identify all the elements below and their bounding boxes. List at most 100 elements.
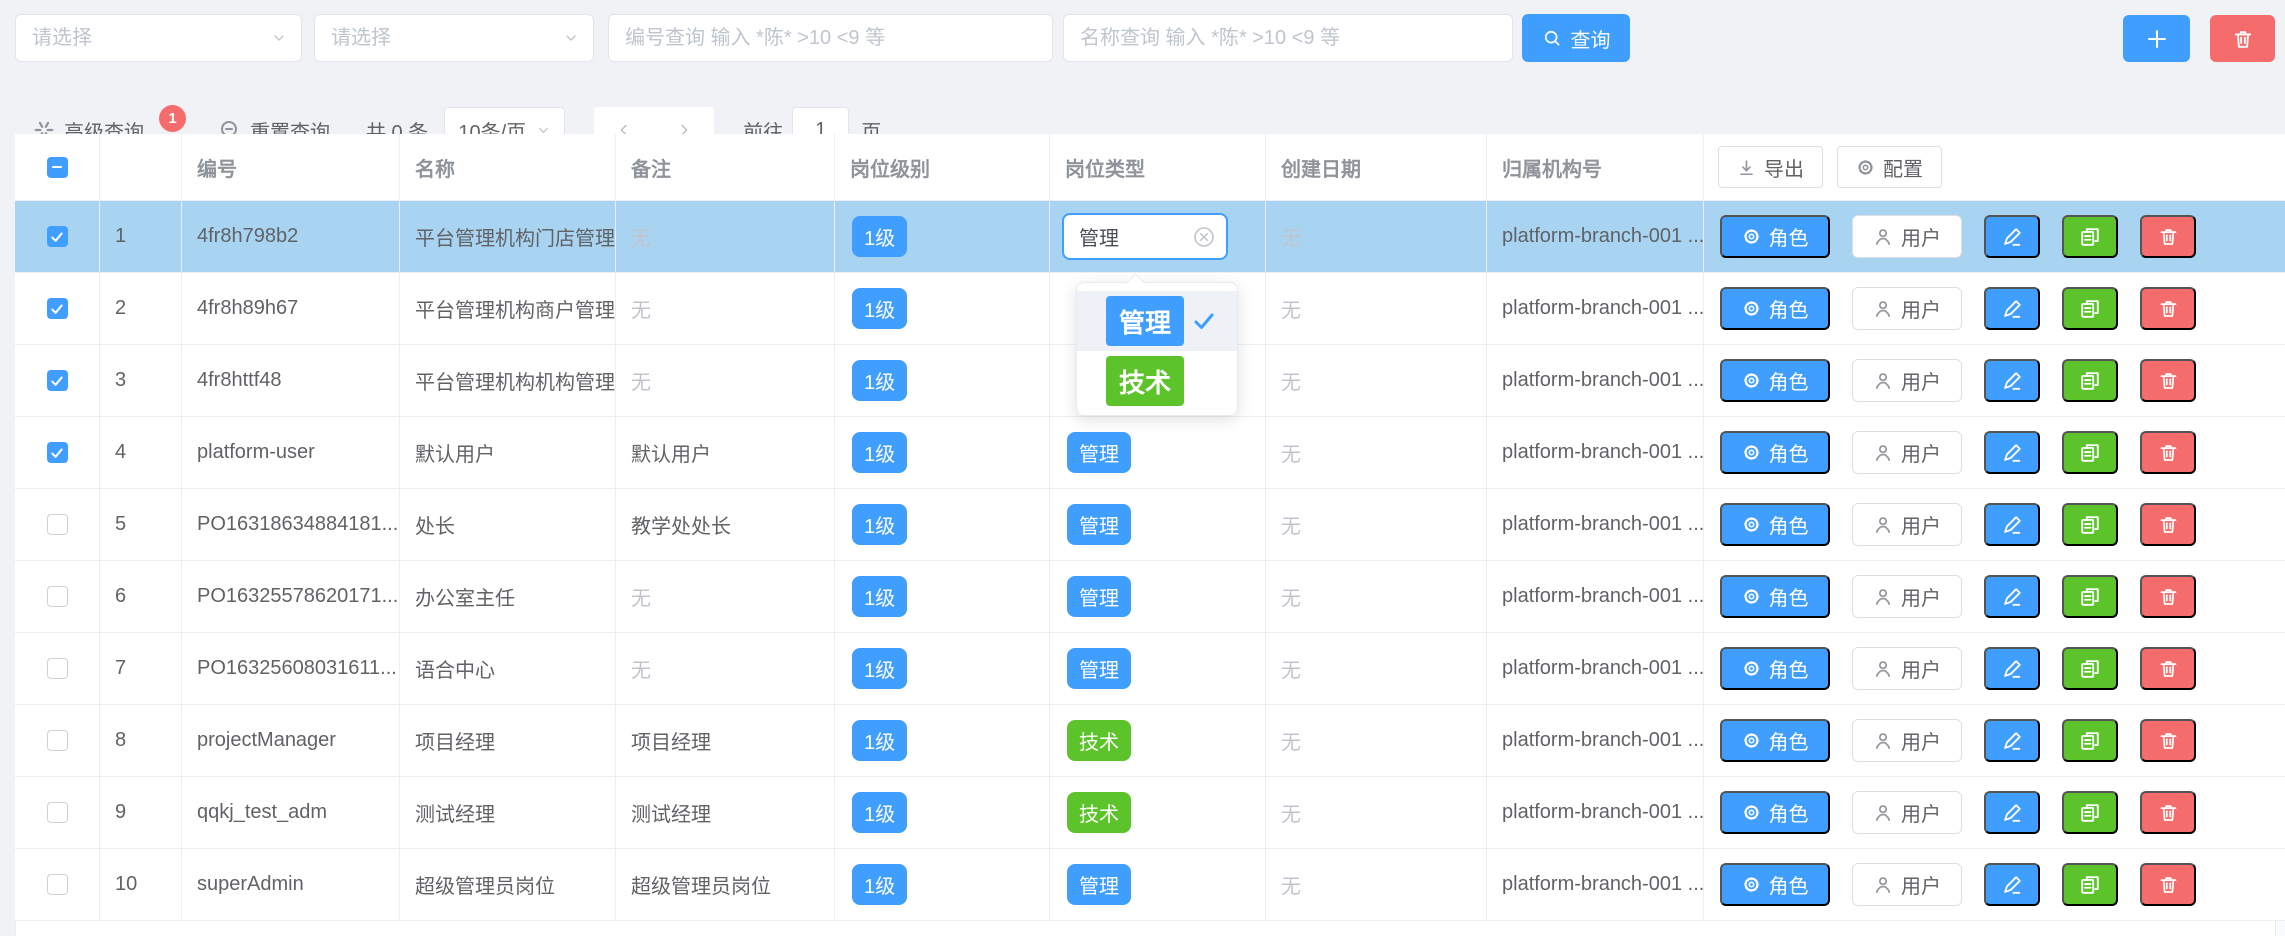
export-button[interactable]: 导出 bbox=[1718, 146, 1823, 188]
copy-button[interactable] bbox=[2062, 287, 2118, 330]
filter-select-2-input[interactable] bbox=[315, 15, 593, 61]
cell-created: 无 bbox=[1266, 345, 1487, 416]
edit-button[interactable] bbox=[1984, 719, 2040, 762]
edit-button[interactable] bbox=[1984, 359, 2040, 402]
table-row[interactable]: 5PO16318634884181...处长教学处处长1级管理无platform… bbox=[15, 489, 2285, 561]
user-button[interactable]: 用户 bbox=[1852, 431, 1962, 474]
user-button[interactable]: 用户 bbox=[1852, 503, 1962, 546]
search-button[interactable]: 查询 bbox=[1522, 14, 1630, 62]
user-button[interactable]: 用户 bbox=[1852, 359, 1962, 402]
row-checkbox[interactable] bbox=[47, 298, 68, 319]
config-button[interactable]: 配置 bbox=[1837, 146, 1942, 188]
cell-actions: 角色用户 bbox=[1704, 777, 2275, 848]
role-button[interactable]: 角色 bbox=[1720, 791, 1830, 834]
row-checkbox[interactable] bbox=[47, 802, 68, 823]
row-checkbox[interactable] bbox=[47, 586, 68, 607]
row-checkbox[interactable] bbox=[47, 874, 68, 895]
name-search-field[interactable] bbox=[1063, 14, 1513, 62]
row-checkbox[interactable] bbox=[47, 226, 68, 247]
batch-delete-button[interactable] bbox=[2210, 15, 2275, 62]
delete-button[interactable] bbox=[2140, 503, 2196, 546]
cell-remark: 无 bbox=[616, 561, 835, 632]
delete-button[interactable] bbox=[2140, 359, 2196, 402]
edit-button[interactable] bbox=[1984, 791, 2040, 834]
copy-button[interactable] bbox=[2062, 647, 2118, 690]
table-row[interactable]: 14fr8h798b2平台管理机构门店管理员无1级管理无platform-bra… bbox=[15, 201, 2285, 273]
role-button[interactable]: 角色 bbox=[1720, 575, 1830, 618]
row-checkbox[interactable] bbox=[47, 442, 68, 463]
copy-button[interactable] bbox=[2062, 359, 2118, 402]
copy-button[interactable] bbox=[2062, 719, 2118, 762]
dropdown-option-badge: 技术 bbox=[1106, 356, 1184, 406]
dropdown-option[interactable]: 管理 bbox=[1077, 291, 1237, 351]
user-icon bbox=[1873, 587, 1893, 607]
edit-button[interactable] bbox=[1984, 575, 2040, 618]
user-button[interactable]: 用户 bbox=[1852, 575, 1962, 618]
table-row[interactable]: 10superAdmin超级管理员岗位超级管理员岗位1级管理无platform-… bbox=[15, 849, 2285, 921]
user-button[interactable]: 用户 bbox=[1852, 719, 1962, 762]
cell-remark: 项目经理 bbox=[616, 705, 835, 776]
role-button[interactable]: 角色 bbox=[1720, 647, 1830, 690]
table-row[interactable]: 7PO16325608031611...语合中心无1级管理无platform-b… bbox=[15, 633, 2285, 705]
name-search-input[interactable] bbox=[1064, 15, 1512, 61]
trash-icon bbox=[2158, 370, 2179, 391]
delete-button[interactable] bbox=[2140, 215, 2196, 258]
delete-button[interactable] bbox=[2140, 287, 2196, 330]
edit-button[interactable] bbox=[1984, 503, 2040, 546]
row-checkbox[interactable] bbox=[47, 514, 68, 535]
select-all-checkbox[interactable] bbox=[47, 157, 68, 178]
user-button[interactable]: 用户 bbox=[1852, 215, 1962, 258]
delete-button[interactable] bbox=[2140, 719, 2196, 762]
delete-button[interactable] bbox=[2140, 863, 2196, 906]
role-button[interactable]: 角色 bbox=[1720, 431, 1830, 474]
edit-button[interactable] bbox=[1984, 431, 2040, 474]
table-row[interactable]: 6PO16325578620171...办公室主任无1级管理无platform-… bbox=[15, 561, 2285, 633]
dropdown-option[interactable]: 技术 bbox=[1077, 351, 1237, 411]
row-checkbox[interactable] bbox=[47, 658, 68, 679]
user-button[interactable]: 用户 bbox=[1852, 647, 1962, 690]
delete-button[interactable] bbox=[2140, 791, 2196, 834]
user-button[interactable]: 用户 bbox=[1852, 791, 1962, 834]
delete-button[interactable] bbox=[2140, 431, 2196, 474]
code-search-field[interactable] bbox=[608, 14, 1053, 62]
clear-icon[interactable] bbox=[1192, 225, 1216, 249]
code-search-input[interactable] bbox=[609, 15, 1052, 61]
role-button[interactable]: 角色 bbox=[1720, 215, 1830, 258]
table-row[interactable]: 8projectManager项目经理项目经理1级技术无platform-bra… bbox=[15, 705, 2285, 777]
table-row[interactable]: 4platform-user默认用户默认用户1级管理无platform-bran… bbox=[15, 417, 2285, 489]
role-button[interactable]: 角色 bbox=[1720, 359, 1830, 402]
table-row[interactable]: 9qqkj_test_adm测试经理测试经理1级技术无platform-bran… bbox=[15, 777, 2285, 849]
copy-button[interactable] bbox=[2062, 791, 2118, 834]
delete-button[interactable] bbox=[2140, 575, 2196, 618]
role-button[interactable]: 角色 bbox=[1720, 719, 1830, 762]
copy-button[interactable] bbox=[2062, 863, 2118, 906]
edit-button[interactable] bbox=[1984, 863, 2040, 906]
cell-index: 6 bbox=[100, 561, 182, 632]
row-checkbox[interactable] bbox=[47, 730, 68, 751]
copy-button[interactable] bbox=[2062, 575, 2118, 618]
edit-button[interactable] bbox=[1984, 647, 2040, 690]
gear-icon bbox=[1742, 587, 1761, 606]
row-checkbox[interactable] bbox=[47, 370, 68, 391]
user-button[interactable]: 用户 bbox=[1852, 863, 1962, 906]
type-edit-input[interactable]: 管理 bbox=[1062, 213, 1228, 260]
plus-icon bbox=[2145, 27, 2169, 51]
cell-index: 5 bbox=[100, 489, 182, 560]
trash-icon bbox=[2158, 586, 2179, 607]
copy-button[interactable] bbox=[2062, 215, 2118, 258]
delete-button[interactable] bbox=[2140, 647, 2196, 690]
row-checkbox-cell bbox=[15, 633, 100, 704]
role-button[interactable]: 角色 bbox=[1720, 863, 1830, 906]
add-button[interactable] bbox=[2123, 15, 2190, 62]
copy-button[interactable] bbox=[2062, 431, 2118, 474]
edit-button[interactable] bbox=[1984, 215, 2040, 258]
filter-select-1-input[interactable] bbox=[16, 15, 301, 61]
user-button[interactable]: 用户 bbox=[1852, 287, 1962, 330]
role-button[interactable]: 角色 bbox=[1720, 503, 1830, 546]
cell-level: 1级 bbox=[835, 705, 1050, 776]
filter-select-2[interactable] bbox=[314, 14, 594, 62]
role-button[interactable]: 角色 bbox=[1720, 287, 1830, 330]
edit-button[interactable] bbox=[1984, 287, 2040, 330]
copy-button[interactable] bbox=[2062, 503, 2118, 546]
filter-select-1[interactable] bbox=[15, 14, 302, 62]
